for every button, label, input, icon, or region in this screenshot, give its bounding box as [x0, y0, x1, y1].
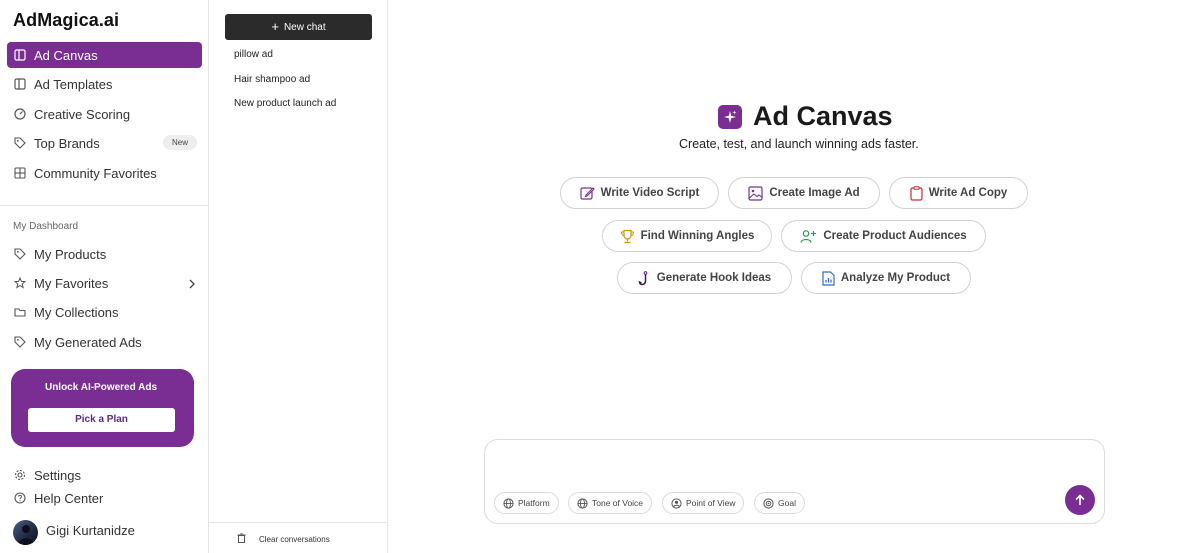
sidebar-item-label: My Generated Ads — [34, 334, 142, 350]
tone-of-voice-chip[interactable]: Tone of Voice — [568, 492, 653, 514]
sidebar-item-label: Community Favorites — [34, 165, 157, 181]
prompt-composer[interactable]: Platform Tone of Voice Point of View Goa… — [484, 439, 1105, 524]
action-label: Create Image Ad — [769, 187, 860, 199]
analyze-my-product-button[interactable]: Analyze My Product — [801, 262, 971, 294]
chip-label: Platform — [518, 498, 550, 508]
goal-chip[interactable]: Goal — [754, 492, 805, 514]
page-title: Ad Canvas — [753, 101, 893, 131]
edit-icon — [580, 186, 595, 201]
write-ad-copy-button[interactable]: Write Ad Copy — [889, 177, 1028, 209]
gauge-icon — [13, 107, 27, 121]
clear-label: Clear conversations — [259, 534, 330, 544]
new-chat-button[interactable]: + New chat — [225, 14, 372, 40]
promo-title: Unlock AI-Powered Ads — [44, 382, 158, 393]
columns-icon — [13, 48, 27, 62]
plus-icon: + — [271, 19, 279, 34]
sidebar-item-label: Settings — [34, 467, 81, 483]
columns-icon — [13, 77, 27, 91]
sidebar-item-top-brands[interactable]: Top Brands New — [7, 130, 202, 156]
sidebar-item-label: Ad Canvas — [34, 47, 98, 63]
sidebar-item-help-center[interactable]: Help Center — [7, 485, 202, 511]
sidebar-item-label: My Favorites — [34, 275, 109, 291]
create-image-ad-button[interactable]: Create Image Ad — [728, 177, 880, 209]
generate-hook-ideas-button[interactable]: Generate Hook Ideas — [617, 262, 792, 294]
hook-icon — [638, 270, 651, 286]
history-divider — [209, 522, 388, 523]
action-label: Create Product Audiences — [823, 230, 967, 242]
page-subtitle: Create, test, and launch winning ads fas… — [679, 137, 919, 151]
arrow-up-icon — [1074, 494, 1086, 506]
target-icon — [763, 497, 774, 509]
history-item[interactable]: Hair shampoo ad — [234, 74, 310, 85]
app-logo[interactable]: AdMagica.ai — [13, 10, 119, 31]
sidebar-item-ad-canvas[interactable]: Ad Canvas — [7, 42, 202, 68]
write-video-script-button[interactable]: Write Video Script — [560, 177, 719, 209]
file-chart-icon — [822, 270, 835, 286]
sidebar-item-label: Help Center — [34, 490, 104, 506]
user-circle-icon — [671, 497, 682, 509]
grid-icon — [13, 166, 27, 180]
sidebar-item-my-products[interactable]: My Products — [7, 241, 202, 267]
trash-icon — [237, 533, 246, 545]
folder-icon — [13, 305, 27, 319]
pick-plan-button[interactable]: Pick a Plan — [28, 408, 175, 432]
sidebar-item-community-favorites[interactable]: Community Favorites — [7, 160, 202, 186]
user-plus-icon — [800, 229, 817, 244]
sidebar-item-label: My Collections — [34, 304, 119, 320]
chevron-right-icon[interactable] — [188, 277, 196, 292]
chip-label: Goal — [778, 498, 796, 508]
chat-history-panel: + New chat pillow ad Hair shampoo ad New… — [209, 0, 388, 553]
tag-icon — [13, 247, 27, 261]
sidebar-divider — [0, 205, 209, 206]
new-chat-label: New chat — [283, 21, 326, 33]
star-icon — [13, 276, 27, 290]
action-label: Analyze My Product — [840, 272, 951, 284]
action-label: Write Video Script — [600, 187, 700, 199]
main-content: Ad Canvas Create, test, and launch winni… — [388, 0, 1200, 553]
history-item[interactable]: New product launch ad — [234, 98, 336, 109]
gear-icon — [13, 468, 27, 482]
sidebar: AdMagica.ai Ad Canvas Ad Templates Creat… — [0, 0, 209, 553]
action-label: Generate Hook Ideas — [656, 272, 772, 284]
sidebar-item-label: My Products — [34, 246, 107, 262]
create-product-audiences-button[interactable]: Create Product Audiences — [781, 220, 986, 252]
user-name[interactable]: Gigi Kurtanidze — [46, 523, 135, 538]
avatar[interactable] — [13, 520, 38, 545]
action-label: Write Ad Copy — [928, 187, 1008, 199]
platform-chip[interactable]: Platform — [494, 492, 559, 514]
sidebar-item-my-collections[interactable]: My Collections — [7, 299, 202, 325]
help-icon — [13, 491, 27, 505]
tag-icon — [13, 136, 27, 150]
history-item[interactable]: pillow ad — [234, 49, 273, 60]
tag-icon — [13, 335, 27, 349]
globe-icon — [503, 497, 514, 509]
clear-conversations-button[interactable]: Clear conversations — [237, 533, 330, 545]
section-label: My Dashboard — [13, 221, 79, 232]
sidebar-item-my-generated-ads[interactable]: My Generated Ads — [7, 329, 202, 355]
action-label: Find Winning Angles — [640, 230, 755, 242]
sparkles-icon — [718, 105, 742, 129]
chip-label: Tone of Voice — [592, 498, 644, 508]
sidebar-item-my-favorites[interactable]: My Favorites — [7, 270, 202, 296]
send-button[interactable] — [1065, 485, 1095, 515]
upgrade-promo: Unlock AI-Powered Ads Pick a Plan — [11, 369, 194, 447]
clipboard-icon — [910, 185, 923, 201]
image-icon — [748, 185, 763, 201]
sidebar-item-creative-scoring[interactable]: Creative Scoring — [7, 101, 202, 127]
find-winning-angles-button[interactable]: Find Winning Angles — [602, 220, 772, 252]
globe-icon — [577, 497, 588, 509]
sidebar-item-ad-templates[interactable]: Ad Templates — [7, 71, 202, 97]
sidebar-item-label: Ad Templates — [34, 76, 113, 92]
point-of-view-chip[interactable]: Point of View — [662, 492, 745, 514]
trophy-icon — [620, 229, 635, 244]
new-badge: New — [162, 135, 197, 150]
sidebar-item-label: Top Brands — [34, 135, 100, 151]
sidebar-item-label: Creative Scoring — [34, 106, 131, 122]
chip-label: Point of View — [686, 498, 736, 508]
